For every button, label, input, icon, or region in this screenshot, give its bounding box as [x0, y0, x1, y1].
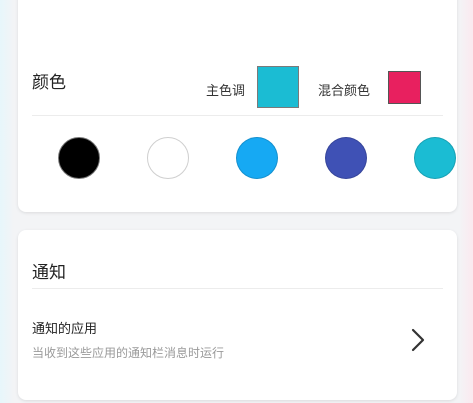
swatch-white[interactable] [147, 137, 189, 179]
color-section-title: 颜色 [32, 73, 66, 93]
notification-apps-subtitle: 当收到这些应用的通知栏消息时运行 [32, 346, 225, 360]
swatch-cyan[interactable] [414, 137, 456, 179]
primary-color-swatch[interactable] [257, 66, 299, 108]
notification-settings-card: 通知 通知的应用 当收到这些应用的通知栏消息时运行 [18, 230, 457, 400]
color-swatch-list [18, 135, 457, 185]
color-settings-card: 颜色 主色调 混合颜色 [18, 0, 457, 212]
color-divider [32, 115, 443, 116]
mix-color-swatch[interactable] [388, 71, 421, 104]
notification-divider [32, 288, 443, 289]
primary-color-label: 主色调 [206, 84, 246, 99]
swatch-black[interactable] [58, 137, 100, 179]
swatch-indigo[interactable] [325, 137, 367, 179]
notification-section-title: 通知 [32, 263, 66, 283]
notification-apps-title: 通知的应用 [32, 322, 98, 337]
chevron-right-icon [411, 328, 425, 352]
mix-color-label: 混合颜色 [318, 84, 371, 99]
swatch-light-blue[interactable] [236, 137, 278, 179]
